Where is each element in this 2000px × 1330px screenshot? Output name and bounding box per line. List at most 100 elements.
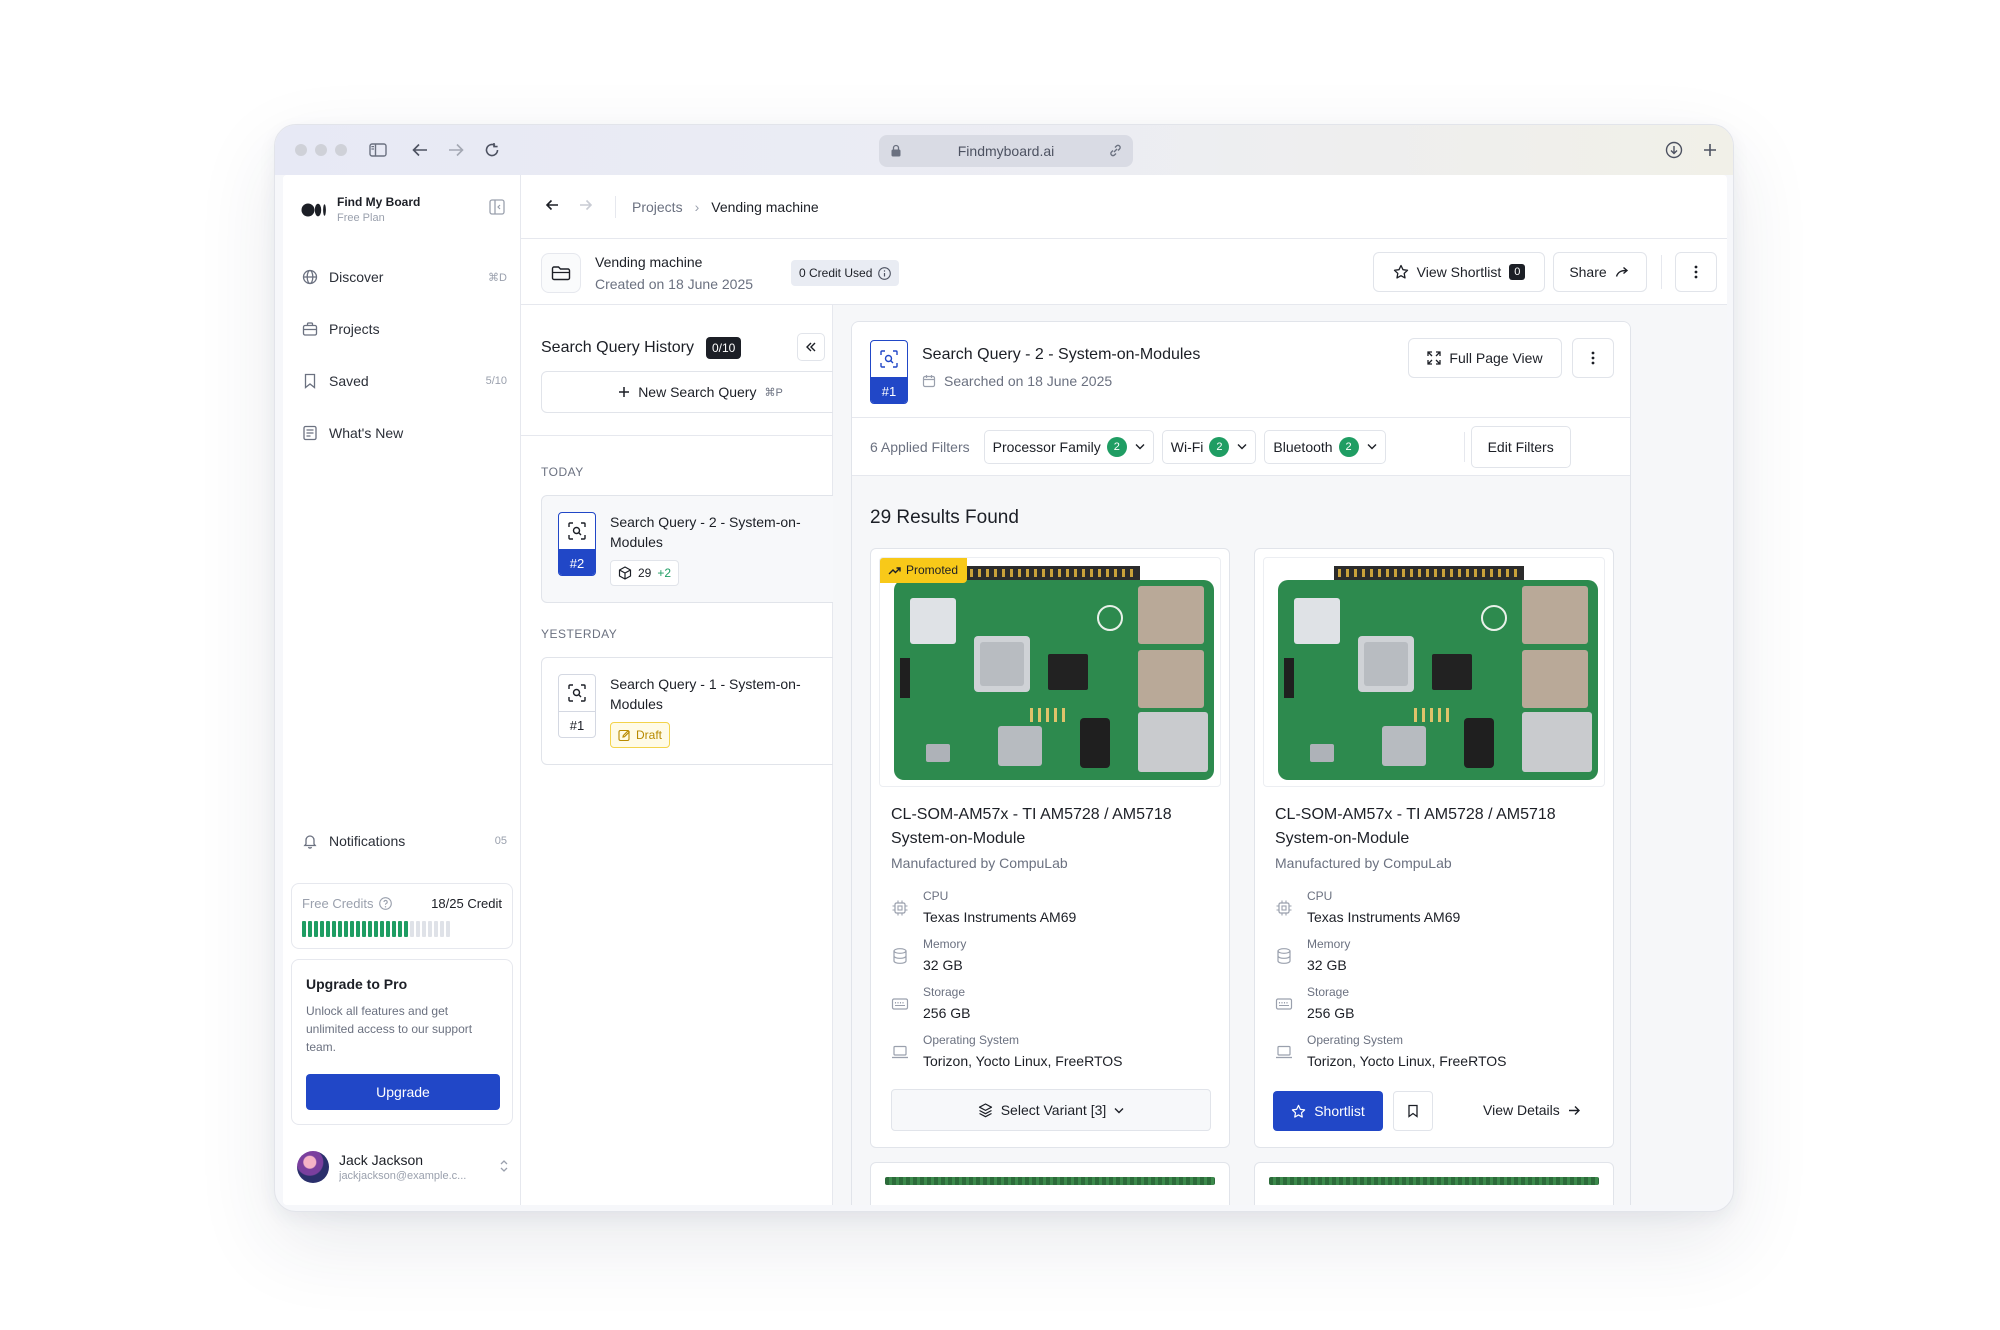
forward-icon[interactable] (579, 198, 593, 215)
sidebar-item-label: Discover (329, 269, 384, 285)
laptop-icon (891, 1033, 913, 1069)
new-search-query-button[interactable]: New Search Query ⌘P (542, 372, 860, 412)
reload-icon[interactable] (479, 137, 505, 163)
credit-segment (380, 921, 384, 937)
credit-used-label: 0 Credit Used (799, 266, 873, 280)
results-count: 29 (638, 566, 652, 580)
credit-segment (332, 921, 336, 937)
zoom-dot[interactable] (335, 144, 347, 156)
sidebar-item-saved[interactable]: Saved 5/10 (301, 367, 507, 395)
info-icon[interactable] (378, 897, 392, 910)
filter-label: Wi-Fi (1170, 438, 1204, 455)
minimize-dot[interactable] (315, 144, 327, 156)
view-shortlist-label: View Shortlist (1416, 264, 1502, 280)
storage-icon (891, 985, 913, 1021)
upgrade-card: Upgrade to Pro Unlock all features and g… (291, 959, 513, 1125)
lock-icon (891, 144, 901, 160)
back-icon[interactable] (545, 198, 559, 215)
filter-count-badge: 2 (1209, 436, 1230, 457)
close-dot[interactable] (295, 144, 307, 156)
credit-segment (338, 921, 342, 937)
view-details-link[interactable]: View Details (1483, 1102, 1581, 1118)
credit-segment (362, 921, 366, 937)
shortcut-hint: ⌘P (764, 386, 783, 399)
view-details-label: View Details (1483, 1102, 1560, 1118)
history-item-title: Search Query - 2 - System-on-Modules (610, 514, 801, 550)
product-card[interactable]: CL-SOM-AM57x - TI AM5728 / AM5718 System… (1254, 548, 1614, 1148)
credit-segment (434, 921, 438, 937)
spec-value: 256 GB (923, 1005, 971, 1021)
product-image (1263, 557, 1605, 787)
plan-label: Free Plan (337, 212, 385, 224)
breadcrumb-current: Vending machine (711, 198, 819, 215)
info-icon[interactable] (878, 266, 892, 280)
more-options-button[interactable] (1675, 252, 1717, 292)
bookmark-button[interactable] (1393, 1091, 1433, 1131)
credit-segment (314, 921, 318, 937)
filter-bluetooth[interactable]: Bluetooth 2 (1264, 429, 1386, 464)
divider (1661, 255, 1662, 289)
credit-segment (422, 921, 426, 937)
brand[interactable]: Find My Board Free Plan (301, 195, 420, 224)
forward-arrow-icon[interactable] (443, 137, 469, 163)
product-card[interactable] (1254, 1162, 1614, 1205)
back-arrow-icon[interactable] (407, 137, 433, 163)
spec-storage: Storage 256 GB (891, 985, 1211, 1021)
filter-processor-family[interactable]: Processor Family 2 (983, 429, 1154, 464)
query-more-options-button[interactable] (1572, 338, 1614, 378)
upgrade-button[interactable]: Upgrade (306, 1074, 500, 1110)
more-vertical-icon (1591, 351, 1595, 365)
results-count-heading: 29 Results Found (870, 507, 1019, 528)
sidebar-item-discover[interactable]: Discover ⌘D (301, 263, 507, 291)
user-menu[interactable]: Jack Jackson jackjackson@example.c... (297, 1145, 509, 1189)
sidebar-item-projects[interactable]: Projects (301, 315, 507, 343)
collapse-sidebar-icon[interactable] (489, 199, 505, 220)
filter-count-badge: 2 (1106, 436, 1127, 457)
filter-wifi[interactable]: Wi-Fi 2 (1161, 429, 1257, 464)
credit-segment (368, 921, 372, 937)
query-number: #1 (871, 377, 907, 403)
chevron-down-icon (1237, 443, 1247, 450)
star-icon (1393, 264, 1409, 280)
promoted-label: Promoted (906, 563, 959, 577)
chevron-up-down-icon (499, 1159, 509, 1176)
credit-segment (326, 921, 330, 937)
divider (521, 435, 832, 436)
scan-search-icon (559, 513, 595, 549)
history-count-badge: 0/10 (705, 337, 742, 359)
credit-segment (428, 921, 432, 937)
collapse-history-button[interactable] (797, 333, 825, 361)
address-bar[interactable]: Findmyboard.ai (879, 135, 1133, 167)
product-name[interactable]: CL-SOM-AM57x - TI AM5728 / AM5718 System… (891, 803, 1211, 851)
full-page-view-button[interactable]: Full Page View (1408, 338, 1562, 378)
database-icon (891, 937, 913, 973)
spec-value: Texas Instruments AM69 (1307, 909, 1461, 925)
query-number-tile: #1 (558, 674, 596, 738)
sidebar-item-whats-new[interactable]: What's New (301, 419, 507, 447)
download-icon[interactable] (1661, 137, 1687, 163)
link-icon[interactable] (1108, 143, 1123, 161)
shortlist-count: 0 (1509, 264, 1526, 280)
breadcrumb-projects[interactable]: Projects (632, 199, 683, 215)
spec-operating-system: Operating System Torizon, Yocto Linux, Fr… (1275, 1033, 1595, 1069)
product-name[interactable]: CL-SOM-AM57x - TI AM5728 / AM5718 System… (1275, 803, 1595, 851)
view-shortlist-button[interactable]: View Shortlist 0 (1373, 252, 1545, 292)
sidebar: Find My Board Free Plan Discover ⌘D Proj… (283, 175, 521, 1205)
product-card[interactable] (870, 1162, 1230, 1205)
product-card[interactable]: Promoted CL-SOM-AM57x - TI AM5728 / AM57… (870, 548, 1230, 1148)
sidebar-toggle-icon[interactable] (365, 137, 391, 163)
select-variant-button[interactable]: Select Variant [3] (891, 1089, 1211, 1131)
query-number: #1 (559, 711, 595, 737)
filter-label: Bluetooth (1273, 438, 1333, 455)
star-icon (1291, 1104, 1306, 1119)
credit-segment (320, 921, 324, 937)
upgrade-description: Unlock all features and get unlimited ac… (306, 1004, 473, 1054)
shortlist-button[interactable]: Shortlist (1273, 1091, 1383, 1131)
edit-filters-button[interactable]: Edit Filters (1470, 425, 1571, 468)
results-delta: +2 (657, 566, 672, 580)
product-manufacturer: Manufactured by CompuLab (1275, 855, 1452, 871)
new-tab-icon[interactable] (1697, 137, 1723, 163)
spec-value: Texas Instruments AM69 (923, 909, 1077, 925)
share-button[interactable]: Share (1553, 252, 1647, 292)
sidebar-item-notifications[interactable]: Notifications 05 (301, 827, 507, 855)
